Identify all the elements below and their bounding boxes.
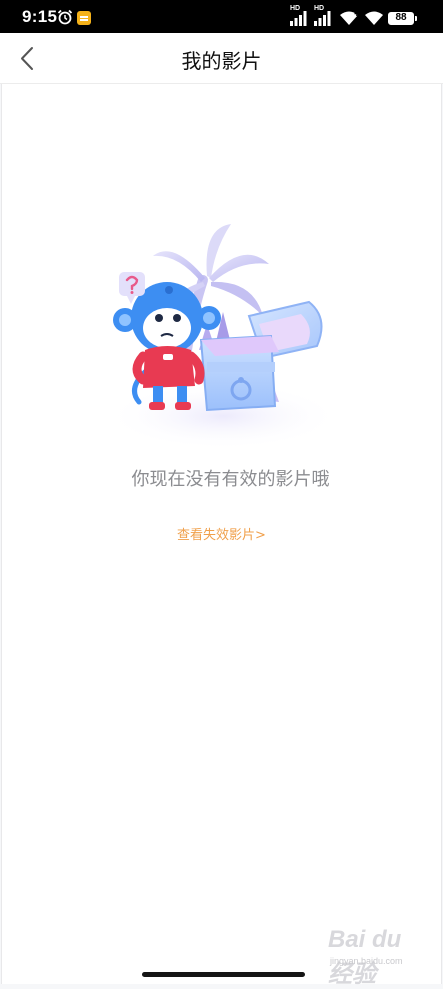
- main-content: 你现在没有有效的影片哦 查看失效影片> Bai du 经验 jingyan.ba…: [1, 84, 442, 988]
- watermark: Bai du 经验 jingyan.baidu.com: [328, 926, 420, 988]
- navigation-bar: 我的影片: [0, 33, 443, 84]
- home-indicator[interactable]: [142, 972, 305, 977]
- alarm-icon: [57, 9, 73, 25]
- empty-state-message: 你现在没有有效的影片哦: [113, 469, 330, 490]
- status-bar: 9:15 HD HD 88: [0, 0, 443, 33]
- monkey-treasure-chest-illustration: [105, 224, 341, 450]
- view-invalid-videos-link[interactable]: 查看失效影片>: [2, 524, 441, 543]
- wifi-icon: [365, 11, 383, 25]
- signal-icon: [314, 11, 331, 26]
- page-title: 我的影片: [181, 49, 262, 73]
- note-app-icon: [77, 11, 91, 25]
- wifi-plus-icon: [340, 11, 360, 25]
- status-time: 9:15: [22, 7, 58, 26]
- battery-icon: 88: [388, 12, 417, 25]
- signal-icon: [290, 11, 307, 26]
- watermark-url: jingyan.baidu.com: [330, 956, 403, 966]
